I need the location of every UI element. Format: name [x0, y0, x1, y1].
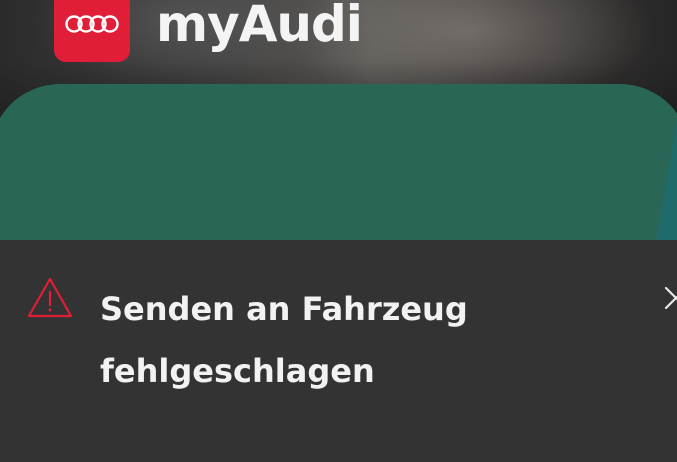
error-toast: Senden an Fahrzeug fehlgeschlagen	[0, 240, 677, 462]
toast-message-line-2: fehlgeschlagen	[100, 352, 375, 390]
audi-rings-icon	[64, 14, 120, 34]
app-title: myAudi	[156, 0, 363, 53]
toast-message-line-1: Senden an Fahrzeug	[100, 290, 468, 328]
audi-logo-badge	[54, 0, 130, 62]
app-screen: myAudi Senden an Fahrzeug fehlgeschlagen	[0, 0, 677, 462]
close-icon[interactable]	[660, 284, 677, 314]
warning-triangle-icon	[26, 276, 74, 320]
toast-message: Senden an Fahrzeug fehlgeschlagen	[100, 278, 620, 402]
